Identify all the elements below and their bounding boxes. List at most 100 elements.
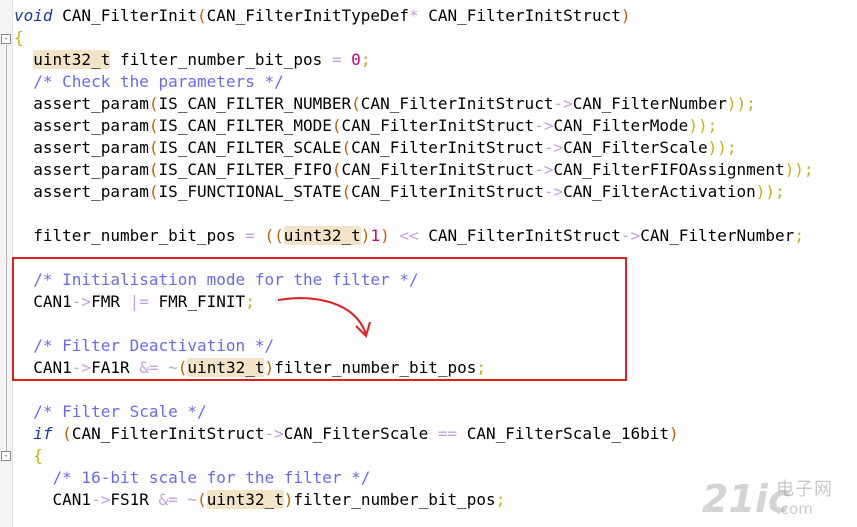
code-line[interactable]: /* Filter Scale */ [14,401,207,423]
code-token: CAN_FilterScale_16bit [457,424,670,443]
code-token: * [408,6,419,25]
code-token: assert_param [14,160,149,179]
code-token: ( [197,490,207,509]
code-token: if [33,424,53,443]
code-token: &= [158,490,178,509]
code-line[interactable]: { [14,445,43,467]
code-token: ) [620,6,631,25]
code-token: -> [534,160,554,179]
code-token: ( [341,138,352,157]
code-token: CAN_FilterInitStruct [351,182,544,201]
fold-toggle-icon[interactable]: - [1,451,11,461]
code-token: CAN_FilterScale [283,424,438,443]
code-token: ) [360,226,371,245]
code-token: IS_CAN_FILTER_SCALE [158,138,342,157]
code-token: assert_param [14,94,149,113]
code-token: CAN_FilterMode [553,116,689,135]
code-token: )); [707,138,737,157]
code-line[interactable]: /* Check the parameters */ [14,71,283,93]
code-token: CAN_FilterActivation [563,182,756,201]
code-token: filter_number_bit_pos [110,50,332,69]
code-token: << [399,226,419,245]
code-token: IS_CAN_FILTER_NUMBER [158,94,352,113]
code-token: CAN_FilterInitTypeDef [206,6,409,25]
code-line[interactable]: /* 16-bit scale for the filter */ [14,467,371,489]
code-token: )); [784,160,814,179]
code-line[interactable]: uint32_t filter_number_bit_pos = 0; [14,49,370,71]
code-token: uint32_t [283,226,361,245]
code-token: ( [148,160,159,179]
code-token: -> [543,182,564,201]
code-token: /* Filter Scale */ [33,402,207,421]
code-token: 0 [351,50,361,69]
code-token: uint32_t [33,50,111,69]
code-token: )); [688,116,718,135]
code-line[interactable]: assert_param(IS_CAN_FILTER_MODE(CAN_Filt… [14,115,717,137]
code-token: CAN_FilterInitStruct [418,226,621,245]
fold-guide-line [6,45,7,455]
code-token: /* 16-bit scale for the filter */ [52,468,371,487]
code-line[interactable]: assert_param(IS_CAN_FILTER_FIFO(CAN_Filt… [14,159,814,181]
code-token: IS_FUNCTIONAL_STATE [158,182,342,201]
code-token: uint32_t [206,490,284,509]
code-token: )); [726,94,756,113]
watermark-logo: 21ic 电子网 .com [702,478,852,524]
code-token: ( [341,182,352,201]
code-token: ( [148,138,159,157]
code-token: void [14,6,53,25]
watermark-cn-text: 电子网 [776,479,833,500]
code-token: ; [495,490,506,509]
code-token: (( [264,226,284,245]
code-line[interactable]: assert_param(IS_CAN_FILTER_SCALE(CAN_Fil… [14,137,737,159]
code-line[interactable]: CAN1->FS1R &= ~(uint32_t)filter_number_b… [14,489,505,511]
watermark-sub-text: .com [776,500,813,518]
code-token: ) [669,424,679,443]
code-token: CAN_FilterInitStruct [71,424,265,443]
annotation-arrow-icon [277,297,371,338]
code-token: { [33,446,43,465]
code-token: 1 [370,226,381,245]
code-token: filter_number_bit_pos [14,226,246,245]
code-token: ( [148,116,159,135]
code-line[interactable]: filter_number_bit_pos = ((uint32_t)1) <<… [14,225,804,247]
code-token: CAN_FilterInit [52,6,198,25]
code-token: -> [534,116,554,135]
code-token: -> [543,138,564,157]
code-token: ) [283,490,294,509]
code-token: ~ [187,490,198,509]
code-token: = [331,50,342,69]
code-line[interactable]: if (CAN_FilterInitStruct->CAN_FilterScal… [14,423,679,445]
code-token: -> [91,490,111,509]
code-token: ; [794,226,804,245]
code-line[interactable]: assert_param(IS_CAN_FILTER_NUMBER(CAN_Fi… [14,93,756,115]
code-token: filter_number_bit_pos [293,490,496,509]
code-token: CAN_FilterInitStruct [418,6,621,25]
code-token: ( [331,160,342,179]
code-token: assert_param [14,138,149,157]
code-token: FS1R [110,490,159,509]
code-editor[interactable]: - - void CAN_FilterInit(CAN_FilterInitTy… [0,0,857,527]
code-token: IS_CAN_FILTER_FIFO [158,160,332,179]
code-line[interactable]: assert_param(IS_FUNCTIONAL_STATE(CAN_Fil… [14,181,785,203]
code-token: CAN_FilterInitStruct [351,138,544,157]
code-token: CAN_FilterNumber [572,94,727,113]
code-line[interactable]: void CAN_FilterInit(CAN_FilterInitTypeDe… [14,5,631,27]
code-line[interactable]: { [14,27,24,49]
code-token: )); [755,182,785,201]
code-token: ( [62,424,72,443]
code-token: ( [331,116,342,135]
code-token: CAN_FilterInitStruct [341,160,535,179]
fold-toggle-icon[interactable]: - [1,34,11,44]
code-token: == [437,424,458,443]
code-token: -> [264,424,284,443]
